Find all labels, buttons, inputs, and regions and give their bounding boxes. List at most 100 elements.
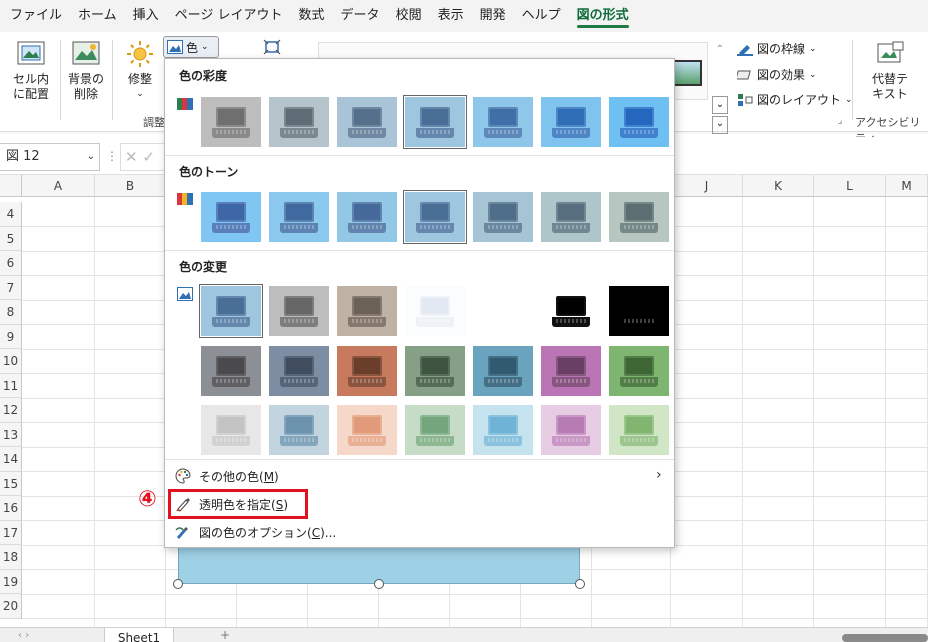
tone-swatch[interactable]	[201, 192, 261, 242]
corrections-button[interactable]: 修整 ⌄	[118, 40, 162, 102]
gallery-more-icon[interactable]: ⌄	[712, 116, 728, 134]
saturation-swatch[interactable]	[403, 95, 467, 149]
alt-text-button[interactable]: 代替テ キスト	[862, 40, 918, 102]
menu-tab[interactable]: 校閲	[388, 0, 430, 32]
recolor-swatch[interactable]	[473, 286, 533, 336]
recolor-swatch[interactable]	[269, 405, 329, 455]
picture-color-options-item[interactable]: 図の色のオプション(C)...	[175, 521, 336, 543]
recolor-swatch[interactable]	[541, 286, 601, 336]
recolor-swatch[interactable]	[201, 405, 261, 455]
row-header[interactable]: 11	[0, 373, 22, 398]
row-header[interactable]: 13	[0, 422, 22, 447]
resize-handle[interactable]	[173, 579, 183, 589]
menu-tab[interactable]: 開発	[472, 0, 514, 32]
row-header[interactable]: 20	[0, 594, 22, 619]
saturation-swatch[interactable]	[201, 97, 261, 147]
column-header[interactable]: M	[886, 175, 928, 197]
menu-tab[interactable]: 数式	[291, 0, 333, 32]
picture-effects-button[interactable]: 図の効果 ⌄	[737, 66, 817, 83]
row-header[interactable]: 16	[0, 496, 22, 521]
column-header[interactable]: B	[95, 175, 166, 197]
row-header[interactable]: 7	[0, 275, 22, 300]
recolor-swatch[interactable]	[541, 405, 601, 455]
add-sheet-icon[interactable]: +	[220, 628, 230, 642]
laptop-keyboard	[416, 377, 454, 387]
remove-background-button[interactable]: 背景の 削除	[64, 40, 108, 102]
gallery-down-icon[interactable]: ⌄	[712, 96, 728, 114]
recolor-swatch[interactable]	[201, 346, 261, 396]
row-header[interactable]: 19	[0, 569, 22, 594]
recolor-swatch[interactable]	[405, 405, 465, 455]
recolor-swatch[interactable]	[199, 284, 263, 338]
column-header[interactable]: K	[743, 175, 814, 197]
recolor-swatch[interactable]	[269, 346, 329, 396]
row-header[interactable]: 10	[0, 349, 22, 374]
tone-swatch[interactable]	[269, 192, 329, 242]
row-header[interactable]: 12	[0, 398, 22, 423]
recolor-swatch[interactable]	[405, 286, 465, 336]
menu-tab[interactable]: 挿入	[125, 0, 167, 32]
row-header[interactable]: 5	[0, 226, 22, 251]
color-dropdown-button[interactable]: 色 ⌄	[163, 36, 219, 58]
saturation-swatch[interactable]	[337, 97, 397, 147]
recolor-swatch[interactable]	[405, 346, 465, 396]
tab-nav-prev-icon[interactable]: ‹ ›	[18, 630, 29, 641]
tone-swatch[interactable]	[609, 192, 669, 242]
name-box[interactable]: 図 12 ⌄	[0, 143, 100, 171]
row-header[interactable]: 17	[0, 520, 22, 545]
resize-handle[interactable]	[374, 579, 384, 589]
recolor-swatch[interactable]	[269, 286, 329, 336]
row-header[interactable]: 6	[0, 251, 22, 276]
recolor-swatch[interactable]	[609, 286, 669, 336]
laptop-screen	[556, 356, 586, 376]
saturation-swatch[interactable]	[609, 97, 669, 147]
compress-icon[interactable]	[262, 38, 282, 56]
menu-tab[interactable]: 表示	[430, 0, 472, 32]
row-header[interactable]: 8	[0, 300, 22, 325]
saturation-swatch[interactable]	[541, 97, 601, 147]
horizontal-scrollbar-thumb[interactable]	[842, 634, 928, 642]
sheet-tab-sheet1[interactable]: Sheet1	[104, 628, 174, 642]
laptop-screen	[420, 296, 450, 316]
dialog-launcher-icon[interactable]: ⌟	[838, 116, 842, 126]
recolor-swatch[interactable]	[541, 346, 601, 396]
recolor-swatch[interactable]	[609, 346, 669, 396]
more-colors-close: )	[274, 469, 279, 484]
menu-tab[interactable]: ページ レイアウト	[167, 0, 291, 32]
menu-tab[interactable]: 図の形式	[569, 0, 637, 32]
recolor-swatch[interactable]	[473, 405, 533, 455]
recolor-swatch[interactable]	[337, 405, 397, 455]
row-header[interactable]: 9	[0, 324, 22, 349]
saturation-swatch[interactable]	[473, 97, 533, 147]
select-all-corner[interactable]	[0, 175, 22, 197]
tone-swatch[interactable]	[473, 192, 533, 242]
row-header[interactable]: 15	[0, 471, 22, 496]
picture-layout-button[interactable]: 図のレイアウト ⌄	[737, 91, 853, 108]
recolor-swatch[interactable]	[473, 346, 533, 396]
row-header[interactable]: 14	[0, 447, 22, 472]
picture-border-button[interactable]: 図の枠線 ⌄	[737, 40, 817, 57]
column-header[interactable]: J	[671, 175, 743, 197]
tone-swatch[interactable]	[337, 192, 397, 242]
menu-tab[interactable]: ファイル	[2, 0, 70, 32]
menu-tab[interactable]: データ	[333, 0, 388, 32]
tone-swatch[interactable]	[541, 192, 601, 242]
tone-swatch[interactable]	[403, 190, 467, 244]
place-in-cell-button[interactable]: セル内 に配置	[8, 40, 54, 102]
resize-handle[interactable]	[575, 579, 585, 589]
more-colors-item[interactable]: その他の色(M)	[175, 465, 279, 487]
menu-tab[interactable]: ヘルプ	[514, 0, 569, 32]
saturation-swatch[interactable]	[269, 97, 329, 147]
column-header[interactable]: A	[22, 175, 95, 197]
cancel-enter-icons[interactable]: ✕ ✓	[120, 143, 170, 171]
row-header[interactable]: 4	[0, 202, 22, 227]
column-header[interactable]: L	[814, 175, 886, 197]
picture-style-thumbnail[interactable]	[672, 60, 702, 86]
menu-tab[interactable]: ホーム	[70, 0, 125, 32]
recolor-swatch[interactable]	[337, 346, 397, 396]
recolor-swatch[interactable]	[609, 405, 669, 455]
grid-column-line	[813, 197, 814, 627]
recolor-swatch[interactable]	[337, 286, 397, 336]
gallery-up-icon[interactable]: ⌃	[712, 44, 728, 62]
row-header[interactable]: 18	[0, 545, 22, 570]
